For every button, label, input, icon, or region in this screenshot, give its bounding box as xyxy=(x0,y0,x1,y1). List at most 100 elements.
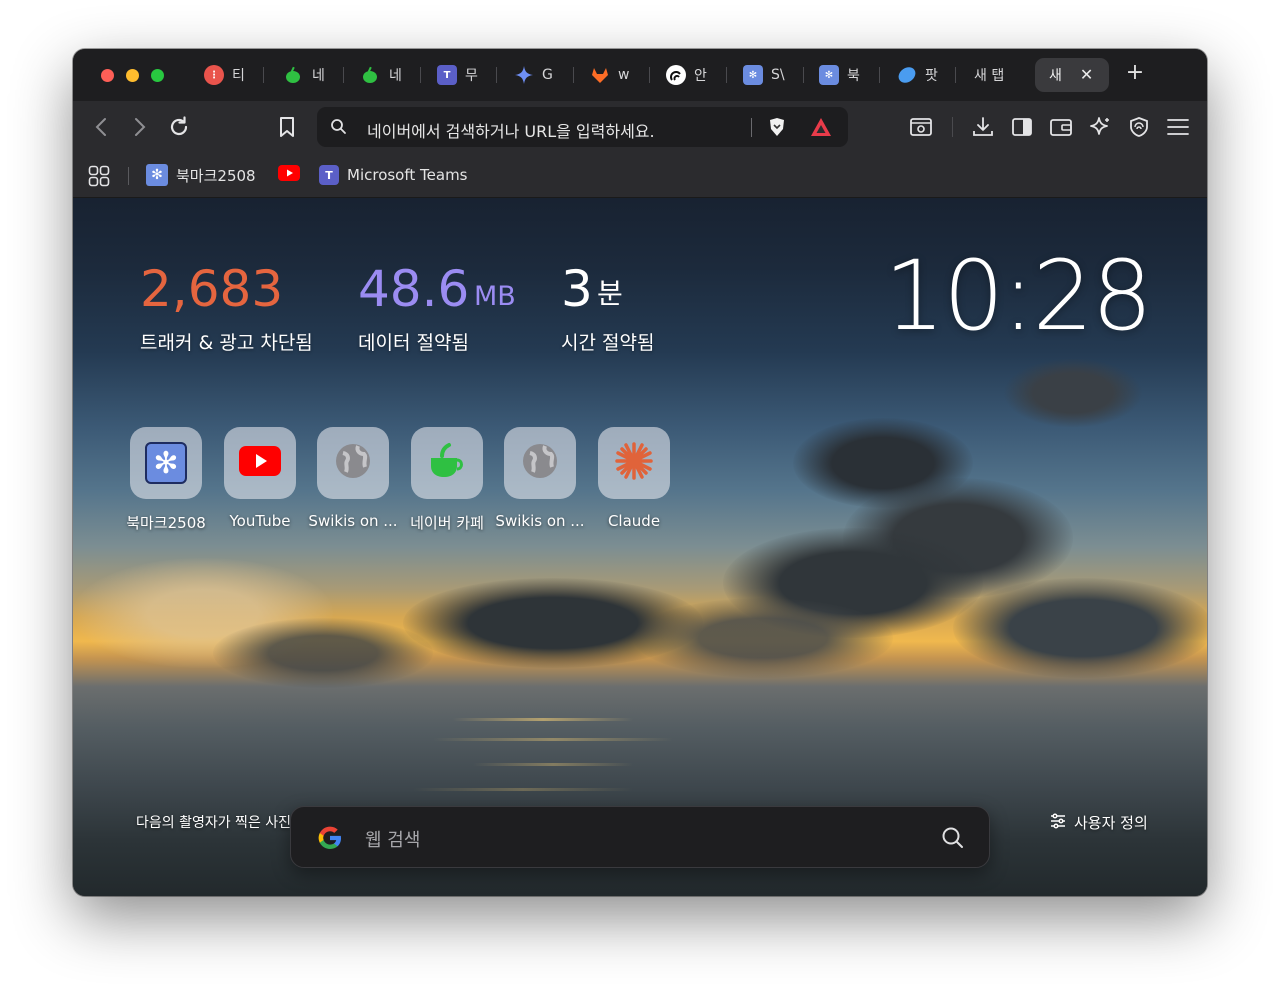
puzzle-icon: ✻ xyxy=(145,442,187,484)
shortcut-label: Swikis on ... xyxy=(495,512,585,530)
tab-2[interactable]: 네 xyxy=(284,60,332,90)
tab-11[interactable]: 새 탭 xyxy=(974,60,1022,90)
puzzle-icon: ✻ xyxy=(146,164,168,186)
tab-5[interactable]: G xyxy=(514,60,562,90)
gitlab-fox-icon xyxy=(590,65,610,85)
shortcut-label: YouTube xyxy=(229,512,291,530)
green-cup-icon xyxy=(427,442,467,484)
web-search-box[interactable]: 웹 검색 xyxy=(290,806,990,868)
clock: 10:28 xyxy=(884,240,1153,352)
shortcut-swikis-1[interactable] xyxy=(317,427,389,499)
globe-icon xyxy=(521,442,559,484)
bookmark-label: Microsoft Teams xyxy=(347,166,468,184)
tab-label: 새 xyxy=(1049,68,1062,84)
claude-sunburst-icon xyxy=(614,441,654,485)
bookmark-icon[interactable] xyxy=(275,115,299,139)
toolbar: 네이버에서 검색하거나 URL을 입력하세요. xyxy=(73,101,1207,153)
tab-strip: ⋮ 티 네 네 T 무 G w 안 ✻ S\ ✻ 북 팟 새 탭 새 ✕ + xyxy=(73,49,1207,101)
browser-window: ⋮ 티 네 네 T 무 G w 안 ✻ S\ ✻ 북 팟 새 탭 새 ✕ + 네… xyxy=(73,49,1207,896)
apps-grid-icon[interactable] xyxy=(88,165,110,191)
close-icon[interactable]: ✕ xyxy=(1080,67,1093,83)
new-tab-page: 2,683 트래커 & 광고 차단됨 48.6 MB 데이터 절약됨 3 분 시… xyxy=(73,198,1207,896)
customize-label: 사용자 정의 xyxy=(1074,814,1148,832)
gemini-star-icon xyxy=(514,65,534,85)
download-icon[interactable] xyxy=(971,115,995,139)
time-saved-unit: 분 xyxy=(597,277,623,310)
tab-10[interactable]: 팟 xyxy=(897,60,945,90)
tab-active[interactable]: 새 ✕ xyxy=(1035,58,1109,92)
zoom-window-button[interactable] xyxy=(151,69,164,82)
red-vertical-dots-icon: ⋮ xyxy=(204,65,224,85)
tab-label: 새 탭 xyxy=(974,68,1005,84)
shortcut-label: 네이버 카페 xyxy=(410,514,484,532)
tab-label: G xyxy=(542,67,553,83)
close-window-button[interactable] xyxy=(101,69,114,82)
address-bar[interactable]: 네이버에서 검색하거나 URL을 입력하세요. xyxy=(317,107,848,147)
green-cup-icon xyxy=(284,65,304,85)
menu-icon[interactable] xyxy=(1166,115,1190,139)
puzzle-icon: ✻ xyxy=(743,65,763,85)
tab-label: 네 xyxy=(312,68,325,84)
tab-label: S\ xyxy=(771,67,785,83)
url-placeholder: 네이버에서 검색하거나 URL을 입력하세요. xyxy=(367,122,655,141)
shortcut-label: Swikis on ... xyxy=(308,512,398,530)
customize-button[interactable]: 사용자 정의 xyxy=(1050,812,1148,833)
tab-label: 북 xyxy=(847,68,860,84)
new-tab-button[interactable]: + xyxy=(1123,61,1147,85)
sliders-icon xyxy=(1050,812,1066,833)
time-saved-value: 3 xyxy=(561,260,593,318)
bookmark-item-teams[interactable]: T Microsoft Teams xyxy=(319,164,468,186)
tab-1[interactable]: ⋮ 티 xyxy=(204,60,252,90)
tab-4[interactable]: T 무 xyxy=(437,60,485,90)
web-search-placeholder: 웹 검색 xyxy=(365,830,421,851)
bookmark-item-youtube[interactable] xyxy=(278,164,300,186)
vpn-shield-icon[interactable] xyxy=(1127,115,1151,139)
tab-label: 안 xyxy=(694,68,707,84)
data-saved-unit: MB xyxy=(474,281,516,312)
back-icon[interactable] xyxy=(89,115,113,139)
tab-3[interactable]: 네 xyxy=(361,60,409,90)
puzzle-icon: ✻ xyxy=(819,65,839,85)
shortcut-swikis-2[interactable] xyxy=(504,427,576,499)
brave-rewards-icon[interactable] xyxy=(809,116,833,142)
google-icon xyxy=(317,825,343,855)
search-icon[interactable] xyxy=(941,826,965,854)
tab-label: 무 xyxy=(465,68,478,84)
teams-icon: T xyxy=(319,165,339,185)
brave-shields-icon[interactable] xyxy=(766,116,788,142)
shortcut-label: Claude xyxy=(607,512,661,530)
tab-label: w xyxy=(618,67,630,83)
leo-ai-icon[interactable] xyxy=(1088,115,1112,139)
forward-icon[interactable] xyxy=(128,115,152,139)
photo-credit[interactable]: 다음의 촬영자가 찍은 사진 xyxy=(136,812,291,832)
data-saved-label: 데이터 절약됨 xyxy=(358,332,469,354)
tab-6[interactable]: w xyxy=(590,60,638,90)
bookmark-item-bookmark2508[interactable]: ✻ 북마크2508 xyxy=(146,164,256,186)
shortcut-naver-cafe[interactable] xyxy=(411,427,483,499)
trackers-blocked-label: 트래커 & 광고 차단됨 xyxy=(140,332,313,354)
data-saved-value: 48.6 xyxy=(358,260,470,318)
reader-mode-icon[interactable] xyxy=(909,115,933,139)
blue-drop-icon xyxy=(897,65,917,85)
youtube-icon xyxy=(278,165,300,185)
circle-logo-icon xyxy=(666,65,686,85)
search-icon xyxy=(330,118,347,139)
shortcut-claude[interactable] xyxy=(598,427,670,499)
youtube-icon xyxy=(239,446,281,480)
sidebar-toggle-icon[interactable] xyxy=(1010,115,1034,139)
bookmarks-bar: ✻ 북마크2508 T Microsoft Teams xyxy=(73,153,1207,198)
shortcut-label: 북마크2508 xyxy=(126,514,206,532)
shortcut-youtube[interactable] xyxy=(224,427,296,499)
shortcut-bookmark2508[interactable]: ✻ xyxy=(130,427,202,499)
green-cup-icon xyxy=(361,65,381,85)
tab-8[interactable]: ✻ S\ xyxy=(743,60,791,90)
reload-icon[interactable] xyxy=(167,115,191,139)
globe-icon xyxy=(334,442,372,484)
tab-7[interactable]: 안 xyxy=(666,60,714,90)
wallet-icon[interactable] xyxy=(1049,115,1073,139)
time-saved-label: 시간 절약됨 xyxy=(561,332,655,354)
tab-label: 티 xyxy=(232,68,245,84)
minimize-window-button[interactable] xyxy=(126,69,139,82)
tab-label: 네 xyxy=(389,68,402,84)
tab-9[interactable]: ✻ 북 xyxy=(819,60,867,90)
